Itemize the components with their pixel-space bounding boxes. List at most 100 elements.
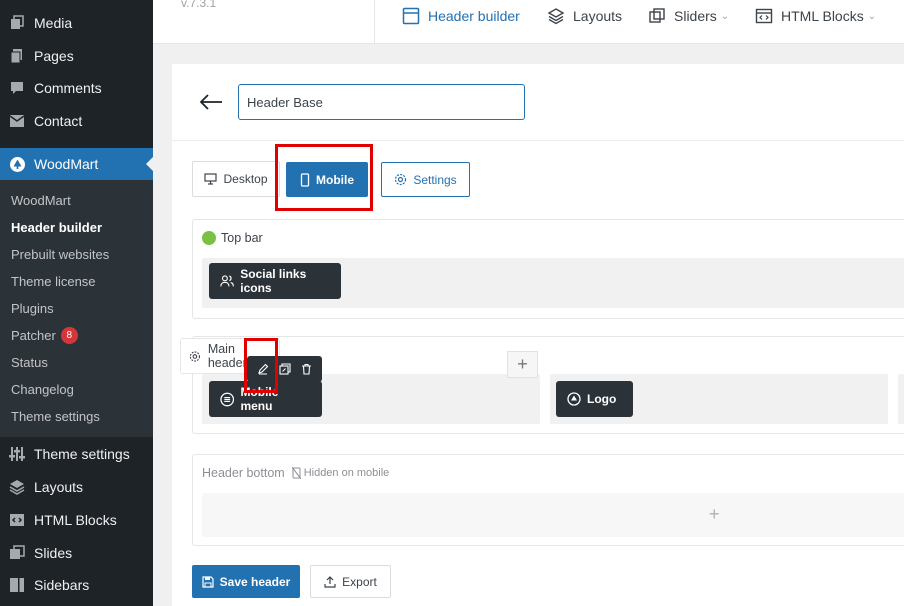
logo-element[interactable]: Logo — [556, 381, 633, 417]
sidebar-item-label: Slides — [34, 545, 73, 561]
submenu-item-changelog[interactable]: Changelog — [11, 379, 74, 399]
header-builder-topbar: v.7.3.1 Header builder Layouts Sliders ⌄… — [153, 0, 904, 44]
chevron-down-icon: ⌄ — [720, 10, 730, 22]
save-header-button[interactable]: Save header — [192, 565, 300, 598]
mail-icon — [0, 114, 34, 128]
layers-icon — [0, 479, 34, 495]
sidebar-item-label: Pages — [34, 48, 74, 64]
topnav-layouts[interactable]: Layouts — [547, 5, 622, 27]
html-icon — [755, 8, 773, 24]
sidebar-item-html-blocks[interactable]: HTML Blocks — [0, 504, 153, 536]
sidebar-item-media[interactable]: Media — [0, 7, 153, 39]
sidebar-item-layouts[interactable]: Layouts — [0, 471, 153, 503]
pages-icon — [0, 48, 34, 64]
element-label: Social links icons — [240, 267, 307, 295]
submenu-item-patcher[interactable]: Patcher 8 — [11, 325, 78, 345]
comments-icon — [0, 80, 34, 96]
plus-icon: + — [517, 354, 528, 374]
row-title: Top bar — [221, 231, 263, 245]
button-label: Desktop — [223, 172, 268, 186]
upload-icon — [324, 575, 336, 588]
main-header-right-zone[interactable] — [898, 374, 904, 424]
sidebar-item-comments[interactable]: Comments — [0, 72, 153, 104]
add-element-button[interactable]: + — [507, 351, 538, 378]
sidebar-item-label: Layouts — [34, 479, 84, 495]
settings-button[interactable]: Settings — [381, 162, 470, 197]
plus-icon[interactable]: + — [709, 504, 720, 525]
update-count-badge: 8 — [60, 326, 78, 344]
element-label: Logo — [587, 392, 617, 406]
mobile-off-icon — [291, 467, 301, 479]
sidebar-item-label: HTML Blocks — [34, 512, 117, 528]
submenu-item-woodmart[interactable]: WoodMart — [11, 190, 71, 210]
duplicate-icon[interactable] — [279, 363, 291, 375]
row-label-header-bottom: Header bottom Hidden on mobile — [202, 466, 389, 480]
export-button[interactable]: Export — [310, 565, 391, 598]
submenu-item-status[interactable]: Status — [11, 352, 48, 372]
submenu-item-prebuilt-websites[interactable]: Prebuilt websites — [11, 244, 109, 264]
layers-icon — [547, 8, 565, 25]
submenu-item-theme-settings[interactable]: Theme settings — [11, 406, 100, 426]
topnav-label: HTML Blocks — [781, 8, 864, 24]
sidebar-item-pages[interactable]: Pages — [0, 40, 153, 72]
sidebar-item-contact[interactable]: Contact — [0, 105, 153, 137]
sidebar-item-sidebars[interactable]: Sidebars — [0, 569, 153, 601]
sidebar-item-label: Sidebars — [34, 577, 90, 593]
header-name-input[interactable] — [238, 84, 525, 120]
header-icon — [402, 7, 420, 25]
code-icon — [0, 512, 34, 528]
row-label-top-bar: Top bar — [202, 231, 263, 245]
submenu-item-label: Patcher — [11, 327, 56, 343]
header-bottom-row: Header bottom Hidden on mobile — [192, 454, 904, 546]
highlight-edit-box — [244, 338, 278, 393]
sidebar-item-label: Theme settings — [34, 446, 130, 462]
submenu-item-header-builder[interactable]: Header builder — [11, 217, 102, 237]
social-links-element[interactable]: Social links icons — [209, 263, 341, 299]
highlight-mobile-box — [275, 144, 373, 211]
topnav-sliders[interactable]: Sliders ⌄ — [648, 5, 729, 27]
gear-icon — [189, 350, 200, 362]
note-text: Hidden on mobile — [303, 467, 390, 479]
gear-icon — [395, 173, 407, 186]
sidebar-icon — [0, 577, 34, 593]
slides-icon — [0, 545, 34, 561]
divider — [172, 140, 904, 141]
topnav-label: Header builder — [428, 8, 520, 24]
woodmart-submenu: WoodMart Header builder Prebuilt website… — [0, 180, 153, 437]
button-label: Settings — [413, 172, 457, 187]
divider — [374, 0, 375, 44]
menu-icon — [220, 392, 235, 406]
hidden-on-mobile-note: Hidden on mobile — [291, 467, 390, 479]
sidebar-item-woodmart[interactable]: WoodMart — [0, 148, 153, 180]
sliders-icon — [0, 446, 34, 462]
sidebar-item-label: Media — [34, 15, 73, 31]
row-title: Header bottom — [202, 466, 285, 480]
topnav-html-blocks[interactable]: HTML Blocks ⌄ — [755, 5, 876, 27]
sidebar-item-label: Comments — [34, 80, 102, 96]
button-label: Export — [342, 574, 377, 589]
back-arrow-icon[interactable] — [198, 92, 224, 112]
desktop-view-button[interactable]: Desktop — [192, 161, 280, 197]
topnav-label: Sliders — [674, 8, 717, 24]
chevron-down-icon: ⌄ — [867, 10, 877, 22]
trash-icon[interactable] — [301, 363, 312, 375]
topnav-label: Layouts — [573, 8, 623, 24]
desktop-icon — [204, 173, 218, 185]
status-dot — [202, 231, 216, 245]
users-icon — [220, 275, 234, 287]
sidebar-item-label: Contact — [34, 113, 83, 129]
slider-icon — [649, 8, 665, 23]
main-header-row: Mobile menu Logo — [192, 336, 904, 434]
admin-sidebar: Media Pages Comments Contact WoodMart Wo… — [0, 0, 153, 606]
media-icon — [0, 15, 34, 31]
sidebar-item-slides[interactable]: Slides — [0, 537, 153, 569]
sidebar-item-theme-settings[interactable]: Theme settings — [0, 438, 153, 470]
submenu-item-plugins[interactable]: Plugins — [11, 298, 54, 318]
header-bottom-zone[interactable] — [202, 493, 904, 537]
topnav-header-builder[interactable]: Header builder — [402, 5, 520, 27]
header-editor-panel: Desktop Mobile Settings Top bar Social l… — [172, 64, 904, 606]
top-bar-row: Top bar Social links icons — [192, 219, 904, 319]
submenu-item-theme-license[interactable]: Theme license — [11, 271, 96, 291]
active-indicator — [146, 157, 153, 171]
save-icon — [202, 575, 214, 588]
